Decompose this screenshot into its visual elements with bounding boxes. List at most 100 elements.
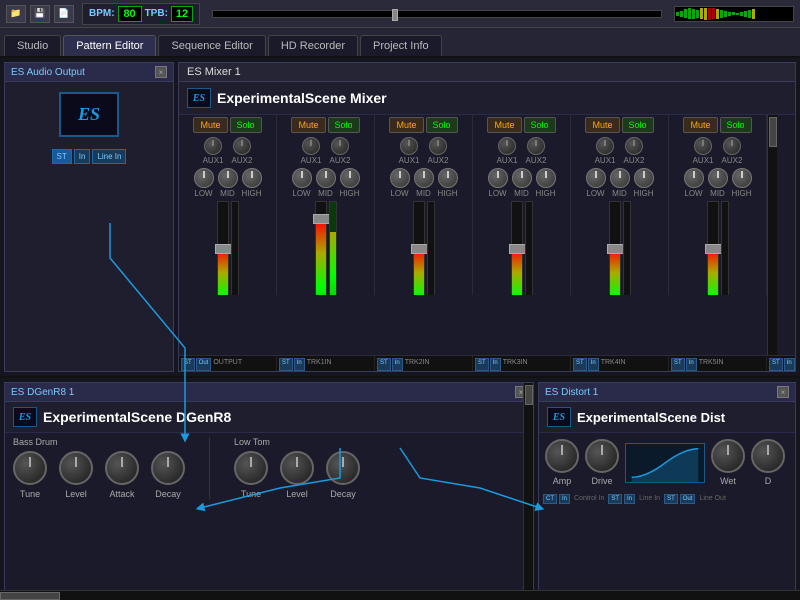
folder-icon[interactable]: 📁: [6, 5, 26, 23]
ch3-fader[interactable]: [413, 201, 425, 295]
bass-attack-knob[interactable]: [105, 451, 139, 485]
distort-logo: ES: [547, 407, 571, 427]
bpm-value[interactable]: 80: [118, 6, 142, 22]
ch2-low-knob[interactable]: [292, 168, 312, 188]
main-hscrollbar[interactable]: [0, 590, 800, 600]
drum-separator: [209, 437, 210, 499]
ch3-mid-knob[interactable]: [414, 168, 434, 188]
ch4-mute-btn[interactable]: Mute: [487, 117, 521, 133]
ch2-mid-knob[interactable]: [316, 168, 336, 188]
ch6-low-knob[interactable]: [684, 168, 704, 188]
distort-d-item: D: [751, 439, 785, 486]
new-icon[interactable]: 📄: [54, 5, 74, 23]
ch5-low-knob[interactable]: [586, 168, 606, 188]
distort-close[interactable]: ×: [777, 386, 789, 398]
ch4-low-knob[interactable]: [488, 168, 508, 188]
dgenr8-vscrollbar-thumb[interactable]: [525, 385, 533, 405]
ao-st-btn[interactable]: ST: [52, 149, 72, 164]
ch1-high-knob[interactable]: [242, 168, 262, 188]
vu-bar: [716, 9, 719, 19]
ao-in-btn[interactable]: In: [74, 149, 91, 164]
ch2-mute-btn[interactable]: Mute: [291, 117, 325, 133]
ch4-aux1-knob[interactable]: [498, 137, 516, 155]
ch3-solo-btn[interactable]: Solo: [426, 117, 458, 133]
distort-wet-knob[interactable]: [711, 439, 745, 473]
ch6-mid-knob[interactable]: [708, 168, 728, 188]
ch4-high-knob[interactable]: [536, 168, 556, 188]
ch1-aux1-knob[interactable]: [204, 137, 222, 155]
lowtom-tune-knob[interactable]: [234, 451, 268, 485]
ch5-high-knob[interactable]: [634, 168, 654, 188]
ch1-solo-btn[interactable]: Solo: [230, 117, 262, 133]
ch3-high-knob[interactable]: [438, 168, 458, 188]
vu-bar: [724, 11, 727, 17]
save-icon[interactable]: 💾: [30, 5, 50, 23]
bass-decay-knob[interactable]: [151, 451, 185, 485]
tab-studio[interactable]: Studio: [4, 35, 61, 56]
ch5-solo-btn[interactable]: Solo: [622, 117, 654, 133]
ch6-fader[interactable]: [707, 201, 719, 295]
ch2-fader[interactable]: [315, 201, 327, 295]
distort-amp-knob[interactable]: [545, 439, 579, 473]
mixer-vscrollbar[interactable]: [767, 115, 777, 355]
tab-hd-recorder[interactable]: HD Recorder: [268, 35, 358, 56]
ch2-aux1-knob[interactable]: [302, 137, 320, 155]
ch5-mute-btn[interactable]: Mute: [585, 117, 619, 133]
low-tom-label: Low Tom: [234, 437, 360, 447]
distort-wet-item: Wet: [711, 439, 745, 486]
transport-slider[interactable]: [212, 10, 662, 18]
main-hscrollbar-thumb[interactable]: [0, 592, 60, 600]
lowtom-decay-knob[interactable]: [326, 451, 360, 485]
ch5-mid-knob[interactable]: [610, 168, 630, 188]
ch2-aux2-knob[interactable]: [331, 137, 349, 155]
ch1-mute-btn[interactable]: Mute: [193, 117, 227, 133]
bass-level-knob[interactable]: [59, 451, 93, 485]
vu-bar: [728, 12, 731, 16]
ch6-high-knob[interactable]: [732, 168, 752, 188]
vu-bar: [748, 10, 751, 18]
ch5-aux1-knob[interactable]: [596, 137, 614, 155]
ch6-mute-btn[interactable]: Mute: [683, 117, 717, 133]
out-out-btn[interactable]: Out: [196, 358, 212, 371]
ch3-mute-btn[interactable]: Mute: [389, 117, 423, 133]
mixer-channel-5: Mute Solo AUX1 AUX2 LOW MID HIGH: [571, 115, 669, 295]
ch1-aux2-knob[interactable]: [233, 137, 251, 155]
out-st-btn[interactable]: ST: [181, 358, 195, 371]
ch1-mid-knob[interactable]: [218, 168, 238, 188]
transport-thumb[interactable]: [392, 9, 398, 21]
ch6-solo-btn[interactable]: Solo: [720, 117, 752, 133]
ch3-aux2-knob[interactable]: [429, 137, 447, 155]
mixer-channel-3: Mute Solo AUX1 AUX2 LOW MID HIGH: [375, 115, 473, 295]
distort-d-label: D: [765, 476, 772, 486]
dgenr8-vscrollbar[interactable]: [523, 383, 533, 595]
ch4-solo-btn[interactable]: Solo: [524, 117, 556, 133]
ch2-solo-btn[interactable]: Solo: [328, 117, 360, 133]
ch4-aux2-knob[interactable]: [527, 137, 545, 155]
ch6-aux1-knob[interactable]: [694, 137, 712, 155]
ch5-fader[interactable]: [609, 201, 621, 295]
ch2-high-knob[interactable]: [340, 168, 360, 188]
audio-output-close[interactable]: ×: [155, 66, 167, 78]
tab-project-info[interactable]: Project Info: [360, 35, 442, 56]
mixer-title: ES Mixer 1: [179, 63, 795, 82]
lowtom-level-knob[interactable]: [280, 451, 314, 485]
bass-tune-knob[interactable]: [13, 451, 47, 485]
ch1-fader[interactable]: [217, 201, 229, 295]
tpb-label: TPB:: [145, 8, 168, 19]
ch4-mid-knob[interactable]: [512, 168, 532, 188]
distort-d-knob[interactable]: [751, 439, 785, 473]
vu-bar: [744, 11, 747, 17]
ch1-low-knob[interactable]: [194, 168, 214, 188]
ch3-low-knob[interactable]: [390, 168, 410, 188]
tab-sequence-editor[interactable]: Sequence Editor: [158, 35, 265, 56]
ch4-fader[interactable]: [511, 201, 523, 295]
ch5-aux2-knob[interactable]: [625, 137, 643, 155]
ch3-aux1-knob[interactable]: [400, 137, 418, 155]
vu-bar: [688, 8, 691, 19]
tpb-value[interactable]: 12: [171, 6, 193, 22]
mixer-vscrollbar-thumb[interactable]: [769, 117, 777, 147]
ch6-aux2-knob[interactable]: [723, 137, 741, 155]
distort-drive-knob[interactable]: [585, 439, 619, 473]
tab-pattern-editor[interactable]: Pattern Editor: [63, 35, 156, 56]
ao-linein-btn[interactable]: Line In: [92, 149, 126, 164]
